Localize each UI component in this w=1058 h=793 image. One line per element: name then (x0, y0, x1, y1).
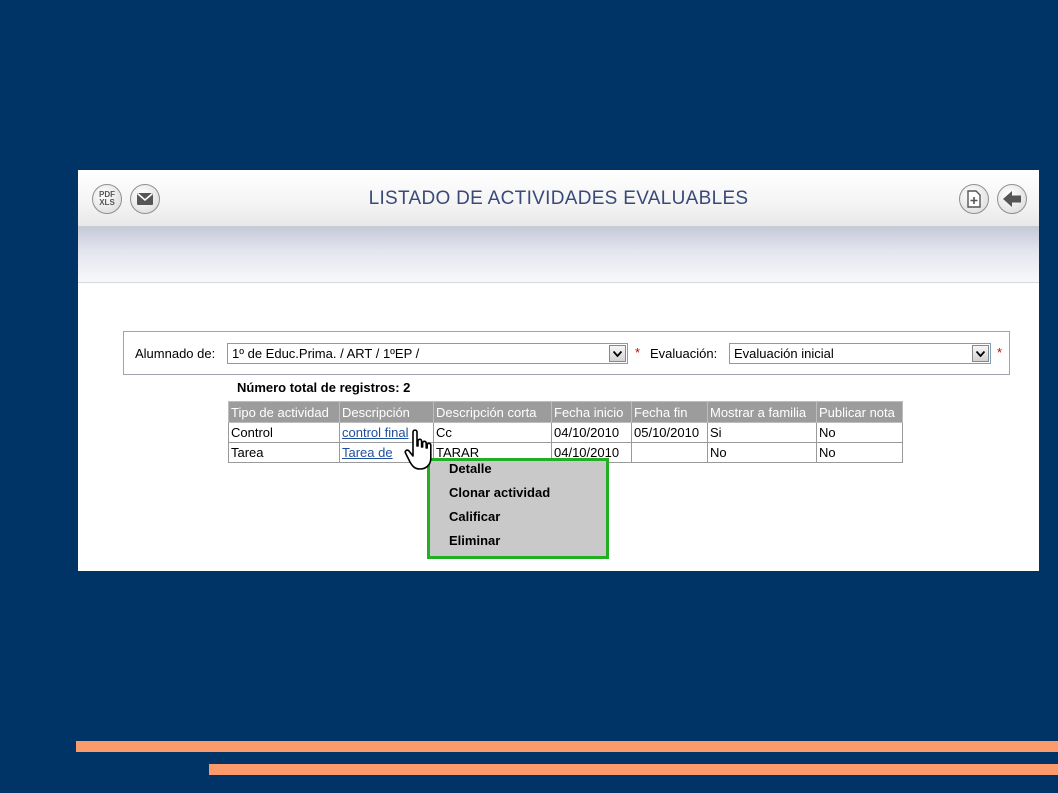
table-cell: Tarea (228, 442, 340, 463)
table-cell: No (816, 442, 903, 463)
hand-cursor-icon (404, 429, 432, 470)
alumnado-select[interactable]: 1º de Educ.Prima. / ART / 1ºEP / (227, 343, 628, 364)
accent-stripe (209, 764, 1058, 775)
alumnado-select-value: 1º de Educ.Prima. / ART / 1ºEP / (232, 346, 420, 361)
application-screenshot: PDF XLS LISTADO DE ACTIVIDADES EVALUABLE… (78, 170, 1039, 571)
table-cell: Si (707, 422, 817, 443)
menu-item-clonar-actividad[interactable]: Clonar actividad (449, 485, 550, 500)
back-arrow-icon[interactable] (997, 184, 1027, 214)
activity-link[interactable]: control final (342, 425, 408, 440)
menu-item-detalle[interactable]: Detalle (449, 461, 492, 476)
column-header[interactable]: Fecha inicio (551, 401, 632, 423)
table-header-row: Tipo de actividad Descripción Descripció… (228, 401, 903, 423)
page-title: LISTADO DE ACTIVIDADES EVALUABLES (368, 188, 749, 209)
column-header[interactable]: Mostrar a familia (707, 401, 817, 423)
activity-link[interactable]: Tarea de (342, 445, 393, 460)
table-row[interactable]: Control control final Cc 04/10/2010 05/1… (228, 422, 903, 443)
table-cell: Control (228, 422, 340, 443)
column-header[interactable]: Tipo de actividad (228, 401, 340, 423)
table-cell: 04/10/2010 (551, 422, 632, 443)
context-menu: Detalle Clonar actividad Calificar Elimi… (427, 458, 609, 559)
column-header[interactable]: Descripción corta (433, 401, 552, 423)
filter-panel: Alumnado de: 1º de Educ.Prima. / ART / 1… (123, 331, 1010, 375)
required-mark: * (635, 345, 641, 360)
column-header[interactable]: Fecha fin (631, 401, 708, 423)
table-cell: No (707, 442, 817, 463)
menu-item-calificar[interactable]: Calificar (449, 509, 500, 524)
chevron-down-icon[interactable] (972, 345, 989, 362)
evaluacion-select[interactable]: Evaluación inicial (729, 343, 991, 364)
record-count: Número total de registros: 2 (237, 380, 411, 395)
evaluacion-label: Evaluación: (650, 346, 718, 361)
header-gradient-band (78, 227, 1039, 283)
evaluacion-select-value: Evaluación inicial (734, 346, 834, 361)
menu-item-eliminar[interactable]: Eliminar (449, 533, 500, 548)
required-mark: * (997, 345, 1003, 360)
table-cell (631, 442, 708, 463)
column-header[interactable]: Publicar nota (816, 401, 903, 423)
alumnado-label: Alumnado de: (135, 346, 216, 361)
table-cell: No (816, 422, 903, 443)
chevron-down-icon[interactable] (609, 345, 626, 362)
table-cell: Cc (433, 422, 552, 443)
header-toolbar: PDF XLS LISTADO DE ACTIVIDADES EVALUABLE… (78, 170, 1039, 227)
activities-table: Tipo de actividad Descripción Descripció… (228, 401, 903, 463)
accent-stripe (76, 741, 1058, 752)
slide-background: { "toolbar": { "title": "LISTADO DE ACTI… (0, 0, 1058, 793)
new-document-icon[interactable] (959, 184, 989, 214)
column-header[interactable]: Descripción (339, 401, 434, 423)
table-cell: 05/10/2010 (631, 422, 708, 443)
